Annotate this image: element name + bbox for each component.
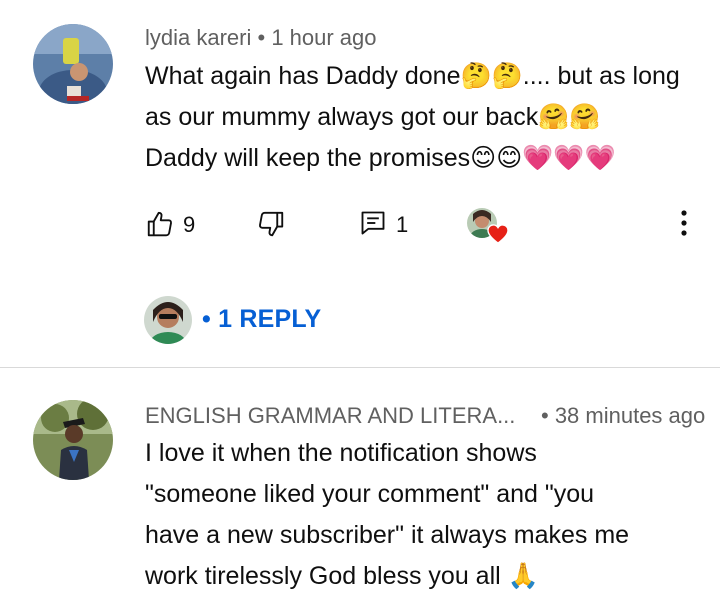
thumbs-up-icon [147,211,172,237]
like-count: 9 [183,212,196,237]
thumbs-down-icon [259,211,284,237]
comment-timestamp: • 1 hour ago [257,25,377,50]
reply-avatar[interactable] [144,296,192,344]
comment-divider [0,367,720,368]
comment-text-line: as our mummy always got our back🤗🤗 [145,103,601,131]
comment-meta: lydia kareri • 1 hour ago [145,25,377,51]
comment-timestamp: • 38 minutes ago [541,403,706,428]
commenter-avatar[interactable] [33,24,113,104]
dislike-button[interactable] [256,209,286,239]
comment-author[interactable]: ENGLISH GRAMMAR AND LITERA... [145,403,515,429]
comment-text-line: Daddy will keep the promises😊😊💗💗💗 [145,144,616,172]
view-replies-link[interactable]: • 1 REPLY [202,305,321,334]
more-vertical-icon [681,210,687,236]
comment-text-line: "someone liked your comment" and "you [145,480,595,508]
commenter-avatar[interactable] [33,400,113,480]
comment-text-line: have a new subscriber" it always makes m… [145,521,630,549]
like-button[interactable] [145,209,175,239]
comment-text-line: What again has Daddy done🤔🤔.... but as l… [145,62,680,90]
comment-text-line: work tirelessly God bless you all 🙏 [145,562,539,590]
reply-icon [361,211,385,235]
creator-heart-icon [487,224,509,244]
comment-author[interactable]: lydia kareri [145,25,251,50]
more-options-button[interactable] [674,207,694,239]
reply-count: 1 [396,212,409,237]
reply-button[interactable] [359,209,387,237]
comment-text-line: I love it when the notification shows [145,439,537,467]
